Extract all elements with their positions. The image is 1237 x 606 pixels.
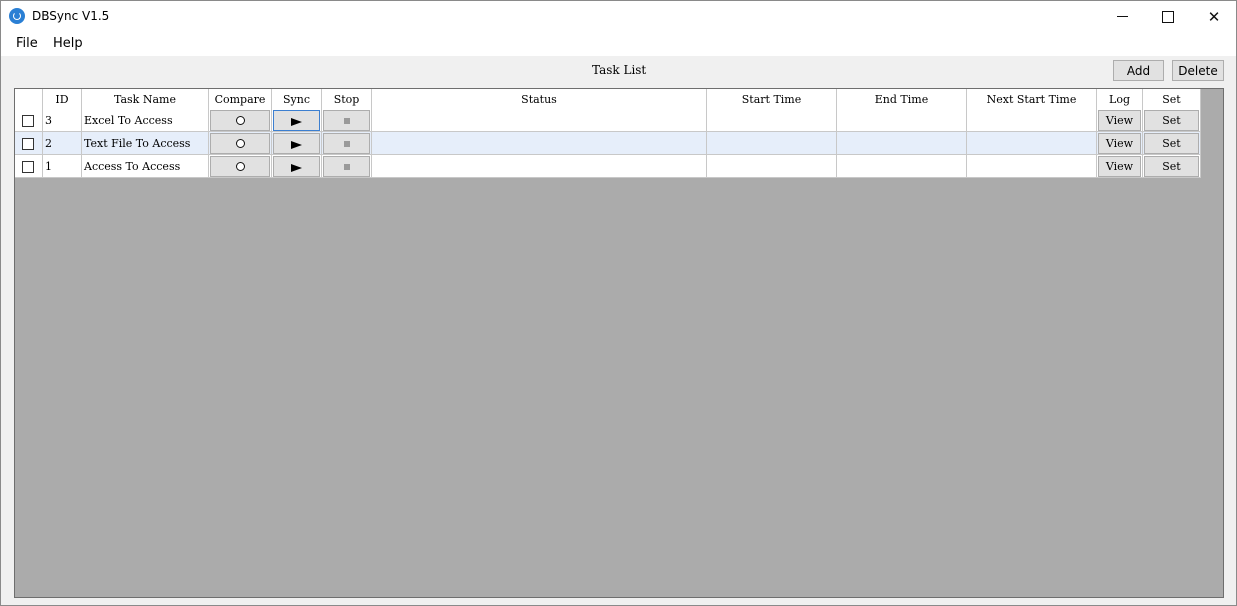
- row-checkbox-cell: [15, 109, 43, 132]
- cell-set: Set: [1143, 109, 1201, 132]
- header-select: [15, 89, 43, 109]
- cell-id: 2: [43, 132, 82, 155]
- close-icon: ✕: [1207, 7, 1221, 26]
- cell-start-time: [707, 109, 837, 132]
- menu-file[interactable]: File: [16, 36, 38, 51]
- stop-button[interactable]: [323, 110, 370, 131]
- cell-sync: [272, 132, 322, 155]
- header-compare: Compare: [209, 89, 272, 109]
- header-set: Set: [1143, 89, 1201, 109]
- header-stop: Stop: [322, 89, 372, 109]
- cell-stop: [322, 109, 372, 132]
- sync-button[interactable]: [273, 110, 320, 131]
- cell-sync: [272, 155, 322, 178]
- header-start-time: Start Time: [707, 89, 837, 109]
- row-checkbox-cell: [15, 132, 43, 155]
- task-list-title: Task List: [592, 63, 647, 77]
- compare-button[interactable]: [210, 110, 270, 131]
- app-icon: [9, 8, 25, 24]
- app-window: DBSync V1.5 ✕ File Help Task List Add De…: [0, 0, 1237, 606]
- maximize-icon: [1162, 10, 1174, 23]
- cell-compare: [209, 155, 272, 178]
- stop-icon: [343, 140, 350, 147]
- minimize-icon: [1116, 16, 1128, 17]
- sync-button[interactable]: [273, 133, 320, 154]
- circle-icon: [235, 139, 245, 148]
- add-button[interactable]: Add: [1113, 60, 1164, 81]
- maximize-button[interactable]: [1145, 1, 1191, 32]
- header-sync: Sync: [272, 89, 322, 109]
- cell-next-start-time: [967, 132, 1097, 155]
- compare-button[interactable]: [210, 133, 270, 154]
- table-row[interactable]: 2 Text File To Access View Set: [15, 132, 1201, 155]
- cell-sync: [272, 109, 322, 132]
- cell-log: View: [1097, 132, 1143, 155]
- header-id: ID: [43, 89, 82, 109]
- set-button[interactable]: Set: [1144, 110, 1199, 131]
- table-row[interactable]: 3 Excel To Access View Set: [15, 109, 1201, 132]
- task-grid: ID Task Name Compare Sync Stop Status St…: [14, 88, 1224, 598]
- set-button[interactable]: Set: [1144, 156, 1199, 177]
- cell-stop: [322, 155, 372, 178]
- row-checkbox[interactable]: [22, 114, 34, 127]
- circle-icon: [235, 162, 245, 171]
- cell-status: [372, 155, 707, 178]
- cell-task-name: Text File To Access: [82, 132, 209, 155]
- cell-id: 3: [43, 109, 82, 132]
- cell-end-time: [837, 132, 967, 155]
- cell-log: View: [1097, 155, 1143, 178]
- minimize-button[interactable]: [1099, 1, 1145, 32]
- sync-button[interactable]: [273, 156, 320, 177]
- header-task-name: Task Name: [82, 89, 209, 109]
- stop-button[interactable]: [323, 156, 370, 177]
- set-button[interactable]: Set: [1144, 133, 1199, 154]
- header-status: Status: [372, 89, 707, 109]
- view-log-button[interactable]: View: [1098, 156, 1141, 177]
- stop-icon: [343, 163, 350, 170]
- stop-icon: [343, 117, 350, 124]
- row-checkbox[interactable]: [22, 137, 34, 150]
- play-icon: [291, 140, 302, 149]
- cell-next-start-time: [967, 109, 1097, 132]
- menu-help[interactable]: Help: [53, 36, 83, 51]
- cell-log: View: [1097, 109, 1143, 132]
- row-checkbox-cell: [15, 155, 43, 178]
- cell-status: [372, 109, 707, 132]
- cell-compare: [209, 109, 272, 132]
- cell-status: [372, 132, 707, 155]
- cell-next-start-time: [967, 155, 1097, 178]
- header-next-start-time: Next Start Time: [967, 89, 1097, 109]
- table-row[interactable]: 1 Access To Access View Set: [15, 155, 1201, 178]
- cell-compare: [209, 132, 272, 155]
- cell-id: 1: [43, 155, 82, 178]
- cell-task-name: Excel To Access: [82, 109, 209, 132]
- cell-end-time: [837, 109, 967, 132]
- row-checkbox[interactable]: [22, 160, 34, 173]
- cell-start-time: [707, 155, 837, 178]
- stop-button[interactable]: [323, 133, 370, 154]
- cell-task-name: Access To Access: [82, 155, 209, 178]
- cell-stop: [322, 132, 372, 155]
- view-log-button[interactable]: View: [1098, 133, 1141, 154]
- grid-header: ID Task Name Compare Sync Stop Status St…: [15, 89, 1201, 110]
- circle-icon: [235, 116, 245, 125]
- window-title: DBSync V1.5: [32, 9, 110, 23]
- cell-set: Set: [1143, 155, 1201, 178]
- compare-button[interactable]: [210, 156, 270, 177]
- cell-set: Set: [1143, 132, 1201, 155]
- close-button[interactable]: ✕: [1191, 1, 1237, 32]
- header-end-time: End Time: [837, 89, 967, 109]
- play-icon: [291, 163, 302, 172]
- header-log: Log: [1097, 89, 1143, 109]
- menu-bar: File Help: [1, 32, 1236, 56]
- delete-button[interactable]: Delete: [1172, 60, 1224, 81]
- view-log-button[interactable]: View: [1098, 110, 1141, 131]
- title-bar: DBSync V1.5 ✕: [1, 1, 1236, 32]
- cell-end-time: [837, 155, 967, 178]
- cell-start-time: [707, 132, 837, 155]
- play-icon: [291, 117, 302, 126]
